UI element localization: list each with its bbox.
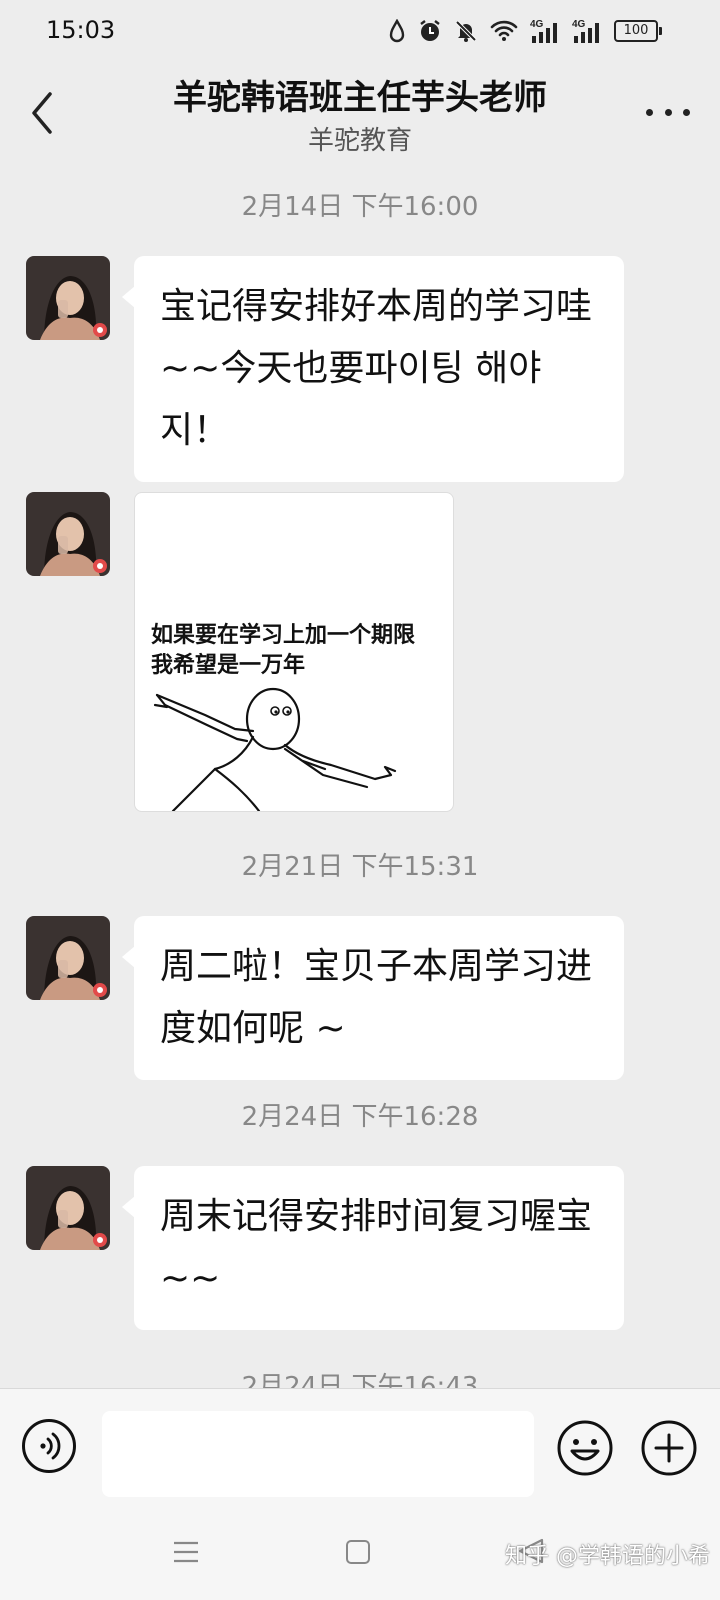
message-timestamp: 2月21日 下午15:31	[241, 852, 479, 882]
alarm-icon	[420, 20, 440, 41]
avatar[interactable]	[26, 492, 110, 576]
message-bubble[interactable]: 宝记得安排好本周的学习哇~~今天也要파이팅 해야지！	[122, 256, 624, 482]
dancing-figure-illustration	[153, 687, 397, 811]
more-functions-button[interactable]	[640, 1419, 698, 1477]
message-timestamp: 2月24日 下午16:43	[241, 1372, 479, 1388]
menu-icon	[174, 1541, 198, 1563]
more-icon	[646, 108, 653, 116]
status-time: 15:03	[46, 16, 116, 44]
signal-icon: 4G	[530, 19, 557, 43]
avatar[interactable]	[26, 916, 110, 1000]
chat-header: 羊驼韩语班主任芋头老师 羊驼教育	[0, 62, 720, 166]
recent-apps-button[interactable]	[172, 1540, 200, 1564]
message-bubble[interactable]: 周末记得安排时间复习喔宝 ~~	[122, 1166, 624, 1330]
status-icons: 4G 4G 100	[388, 16, 662, 46]
more-button[interactable]	[646, 100, 690, 124]
message-input[interactable]	[102, 1411, 534, 1497]
chat-title: 羊驼韩语班主任芋头老师	[173, 78, 547, 118]
plus-icon	[641, 1420, 697, 1476]
signal-icon: 4G	[572, 19, 599, 43]
sticker-image[interactable]: 如果要在学习上加一个期限 我希望是一万年	[134, 492, 454, 812]
message-timestamp: 2月14日 下午16:00	[241, 192, 479, 222]
chat-subtitle: 羊驼教育	[307, 126, 412, 156]
avatar[interactable]	[26, 1166, 110, 1250]
mute-icon	[455, 20, 477, 42]
message-list[interactable]: 2月14日 下午16:00 宝记得安排好本周的学习哇~~今天也要파이팅 해야지！…	[0, 166, 720, 1388]
system-nav-bar: 知乎 @学韩语的小希	[0, 1512, 720, 1600]
battery-level: 100	[614, 20, 658, 42]
voice-button[interactable]	[22, 1419, 76, 1473]
watermark: 知乎 @学韩语的小希	[505, 1544, 710, 1569]
network-label-2: 4G	[572, 19, 586, 30]
message-timestamp: 2月24日 下午16:28	[241, 1102, 479, 1132]
network-label-1: 4G	[530, 19, 544, 30]
message-bubble[interactable]: 周二啦！宝贝子本周学习进度如何呢 ~	[122, 916, 624, 1080]
voice-icon	[40, 1432, 61, 1460]
input-bar	[0, 1388, 720, 1513]
emoji-icon	[557, 1420, 613, 1476]
home-icon[interactable]	[346, 1540, 370, 1564]
avatar[interactable]	[26, 256, 110, 340]
status-bar: 15:03 4G 4G 100	[0, 0, 720, 62]
wifi-icon	[490, 20, 518, 41]
emoji-button[interactable]	[556, 1419, 614, 1477]
battery-icon: 100	[614, 20, 662, 42]
water-drop-icon	[389, 19, 405, 43]
